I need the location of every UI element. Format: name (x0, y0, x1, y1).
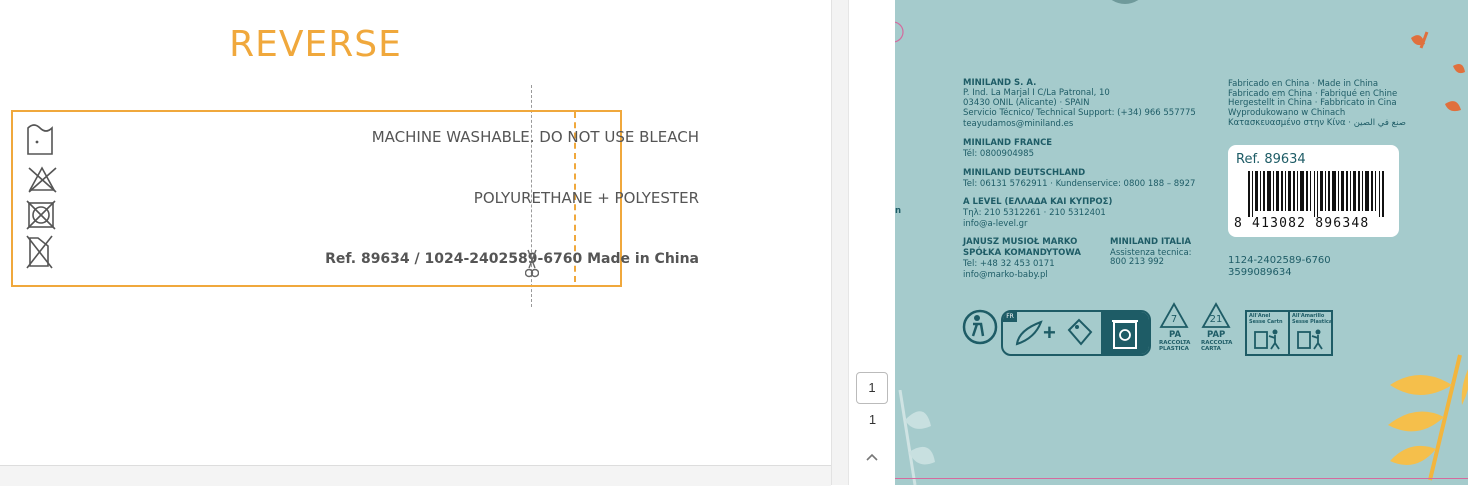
recycle-triangle-icon: 7 (1159, 302, 1189, 328)
bin-person-icon (1254, 329, 1280, 350)
germany-phone: Tel: 06131 5762911 · Kundenservice: 0800… (963, 179, 1196, 189)
bin-2-line-2: Sesse Plastica (1292, 319, 1333, 325)
pane-splitter[interactable] (831, 0, 849, 485)
greece-phone: Τηλ: 210 5312261 · 210 5312401 (963, 208, 1106, 218)
germany-name: MINILAND DEUTSCHLAND (963, 168, 1086, 178)
france-phone: Tél: 0800904985 (963, 149, 1034, 159)
scissors-icon (525, 249, 539, 278)
poland-name-2: SPÓŁKA KOMANDYTOWA (963, 248, 1081, 258)
reference-line: Ref. 89634 / 1024-2402589-6760 Made in C… (325, 251, 699, 267)
page-number-input[interactable]: 1 (856, 372, 888, 404)
made-in-line: Κατασκευασμένο στην Κίνα · صنع في الصين (1228, 118, 1406, 128)
company-name: MINILAND S. A. (963, 78, 1037, 88)
barcode-ref: Ref. 89634 (1236, 152, 1306, 167)
bin-1-line-2: Sesse Cartn (1249, 319, 1283, 325)
horizontal-scrollbar[interactable] (0, 465, 831, 486)
label-preview-pane: REVERSE MACHINE WASHABLE. DO NOT USE BLE… (0, 0, 831, 486)
recycle-bin-icon (1112, 320, 1138, 349)
no-tumble-dry-icon (26, 200, 56, 230)
greece-email: info@a-level.gr (963, 219, 1028, 229)
reverse-title: REVERSE (229, 24, 402, 65)
italy-name: MINILAND ITALIA (1110, 237, 1192, 247)
pap-label: PAP (1207, 330, 1226, 340)
product-code: 3599089634 (1228, 267, 1292, 278)
pa-label: PA (1169, 330, 1182, 340)
chevron-up-icon[interactable] (865, 452, 879, 462)
bin-paper: All'Anel Sesse Cartn (1247, 312, 1290, 354)
company-support: Servicio Técnico/ Technical Support: (+3… (963, 108, 1196, 118)
barcode-number: 8 413082 896348 (1234, 216, 1370, 231)
italy-line-2: 800 213 992 (1110, 257, 1165, 267)
greece-name: A LEVEL (ΕΛΛΑΔΑ ΚΑΙ ΚΥΠΡΟΣ) (963, 197, 1113, 207)
white-leaves-icon (898, 390, 935, 485)
page-count: 1 (868, 412, 877, 427)
yellow-leaves-icon (1388, 354, 1468, 481)
bin-plastic: All'Amarillo Sesse Plastica (1290, 312, 1333, 354)
recycle-triangle-icon: 21 (1201, 302, 1231, 328)
no-bleach-icon (28, 166, 57, 193)
bleed-line (895, 478, 1468, 479)
made-in-line: Hergestellt in China · Fabbricato in Cin… (1228, 98, 1397, 108)
recycle-person-icon (962, 309, 998, 345)
company-address-1: P. Ind. La Marjal I C/La Patronal, 10 (963, 88, 1110, 98)
poland-email: info@marko-baby.pl (963, 270, 1048, 280)
washing-machine-icon (27, 124, 53, 155)
cropped-text: n (895, 206, 902, 216)
circle-mark-icon (895, 21, 904, 43)
poland-phone: Tel: +48 32 453 0171 (963, 259, 1055, 269)
sorting-bins: All'Anel Sesse Cartn All'Amarillo Sesse … (1245, 310, 1333, 356)
made-in-line: Wyprodukowano w Chinach (1228, 108, 1346, 118)
material-composition: POLYURETHANE + POLYESTER (473, 189, 699, 207)
bin-person-icon (1297, 329, 1323, 350)
pap-sub-2: CARTA (1201, 346, 1221, 352)
leaf-decoration-icon (1111, 0, 1139, 4)
made-in-line: Fabricado en China · Made in China (1228, 79, 1379, 89)
barcode-icon (1248, 171, 1384, 217)
france-name: MINILAND FRANCE (963, 138, 1053, 148)
poland-name-1: JANUSZ MUSIOŁ MARKO (963, 237, 1078, 247)
page-navigator: 1 1 (848, 0, 896, 485)
company-address-2: 03430 ONIL (Alicante) · SPAIN (963, 98, 1090, 108)
pa-sub-2: PLASTICA (1159, 346, 1189, 352)
care-instructions: MACHINE WASHABLE. DO NOT USE BLEACH (371, 128, 699, 146)
packaging-artwork: n MINILAND S. A. P. Ind. La Marjal I C/L… (895, 0, 1468, 485)
tag-icon (1067, 318, 1093, 346)
bin-panel (1101, 312, 1149, 354)
no-dry-clean-icon (26, 235, 53, 269)
orange-leaves-icon (1411, 31, 1465, 112)
pa-number: 7 (1171, 314, 1177, 325)
pap-number: 21 (1210, 314, 1223, 325)
plus-icon: + (1043, 320, 1056, 345)
barcode-card: Ref. 89634 8 413082 896348 (1228, 145, 1399, 237)
company-email: teayudamos@miniland.es (963, 119, 1074, 129)
batch-code: 1124-2402589-6760 (1228, 255, 1331, 266)
triman-badge: FR + (1001, 310, 1151, 356)
